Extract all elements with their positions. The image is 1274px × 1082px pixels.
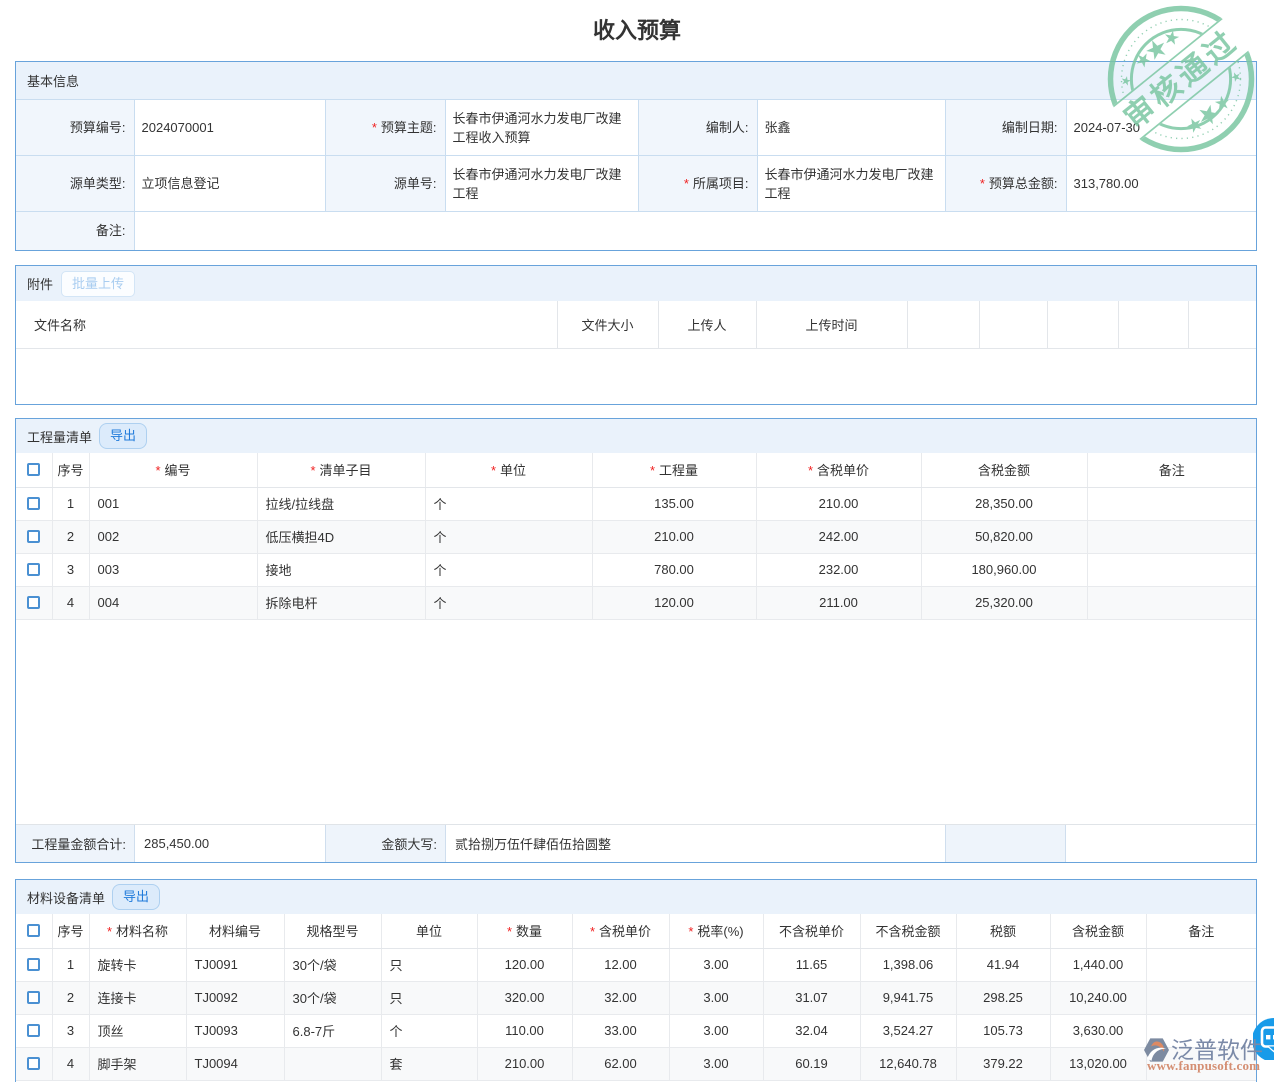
svg-text:审核通过: 审核通过 <box>1118 23 1245 135</box>
